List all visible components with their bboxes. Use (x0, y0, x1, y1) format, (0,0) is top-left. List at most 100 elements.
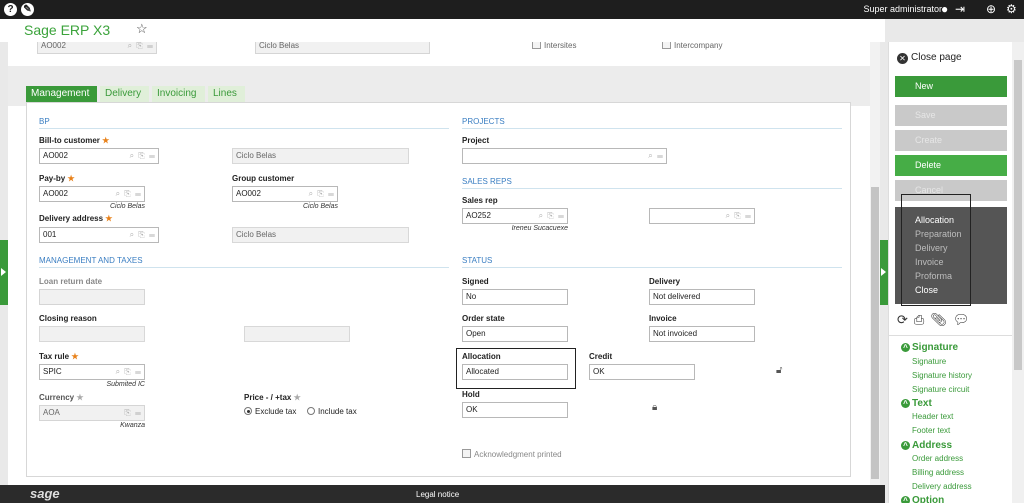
user-name[interactable]: Super administrator (863, 4, 942, 14)
hold-lock-icon[interactable]: 🔒︎ (652, 402, 657, 413)
tab-delivery[interactable]: Delivery (100, 86, 149, 102)
include-tax-radio[interactable]: Include tax (307, 407, 357, 416)
section-bp-title: BP (39, 117, 50, 126)
footer-sage-logo: sage (30, 486, 60, 501)
field-actions-icon[interactable]: ⌕ ⎘ ☰ (539, 209, 565, 223)
customer-name-field: Ciclo Belas (255, 42, 430, 54)
project-field[interactable]: ⌕ ☰ (462, 148, 667, 164)
allocation-field[interactable]: Allocated (462, 364, 568, 380)
intersites-checkbox[interactable]: Intersites (532, 42, 576, 50)
link-header-text[interactable]: Header text (912, 412, 953, 421)
group-customer-field[interactable]: AO002 ⌕ ⎘ ☰ (232, 186, 338, 202)
credit-field[interactable]: OK (589, 364, 695, 380)
tax-rule-field[interactable]: SPIC ⌕ ⎘ ☰ (39, 364, 145, 380)
delete-button[interactable]: Delete (895, 155, 1007, 176)
field-actions-icon[interactable]: ⌕ ⎘ ☰ (309, 187, 335, 201)
field-actions-icon[interactable]: ⎘ ☰ (124, 406, 142, 420)
field-actions-icon[interactable]: ⌕ ⎘ ☰ (116, 187, 142, 201)
collapse-icon: ^ (901, 496, 910, 503)
globe-icon[interactable]: ⊕ (986, 3, 996, 16)
comment-icon[interactable]: 💬︎ (953, 312, 976, 327)
right-panel-scrollbar[interactable] (1012, 42, 1024, 503)
right-panel-toggle[interactable] (880, 240, 888, 305)
group-customer-sub: Ciclo Belas (302, 203, 338, 210)
link-signature-circuit[interactable]: Signature circuit (912, 385, 969, 394)
divider (39, 267, 449, 268)
customer-code-field[interactable]: AO002 ⌕ ⎘ ☰ (37, 42, 157, 54)
right-action-panel: ✕ Close page New Save Create Delete Cance… (888, 42, 1012, 503)
create-button[interactable]: Create (895, 130, 1007, 151)
pay-by-field[interactable]: AO002 ⌕ ⎘ ☰ (39, 186, 145, 202)
print-icon[interactable]: ⎙ (914, 312, 930, 327)
close-page-button[interactable]: ✕ Close page (897, 52, 962, 64)
sales-rep-field[interactable]: AO252 ⌕ ⎘ ☰ (462, 208, 568, 224)
user-icon[interactable]: ● (941, 3, 948, 16)
closing-reason-desc-field (244, 326, 350, 342)
field-actions-icon[interactable]: ⌕ ⎘ ☰ (130, 228, 156, 242)
help-icon[interactable]: ? (4, 3, 17, 16)
section-address[interactable]: ^ Address (901, 440, 952, 451)
link-delivery-address[interactable]: Delivery address (912, 482, 972, 491)
sage-logo[interactable]: Sage ERP X3 (24, 22, 110, 38)
tax-rule-label: Tax rule ★ (39, 352, 79, 361)
section-text[interactable]: ^ Text (901, 398, 932, 409)
invoice-status-label: Invoice (649, 314, 677, 323)
price-tax-label: Price - / +tax ★ (244, 393, 301, 402)
right-panel-scrollbar-thumb[interactable] (1014, 60, 1022, 370)
attachment-icon[interactable]: 📎︎ (930, 312, 953, 327)
section-management-title: Management and taxes (39, 256, 143, 265)
acknowledgment-checkbox[interactable]: Acknowledgment printed (462, 449, 562, 459)
close-icon: ✕ (897, 53, 908, 64)
link-signature[interactable]: Signature (912, 357, 946, 366)
refresh-icon[interactable]: ⟳ (897, 312, 914, 327)
sales-rep-label: Sales rep (462, 196, 498, 205)
order-state-field[interactable]: Open (462, 326, 568, 342)
delivery-address-label: Delivery address ★ (39, 214, 113, 223)
settings-icon[interactable]: ⚙ (1006, 3, 1017, 16)
invoice-status-field[interactable]: Not invoiced (649, 326, 755, 342)
menu-highlight (901, 194, 971, 306)
field-actions-icon[interactable]: ⌕ ⎘ ☰ (128, 42, 154, 53)
favorite-star-icon[interactable]: ☆ (136, 21, 148, 37)
tools-icon[interactable]: ✎ (21, 3, 34, 16)
link-signature-history[interactable]: Signature history (912, 371, 972, 380)
delivery-status-label: Delivery (649, 277, 681, 286)
save-button[interactable]: Save (895, 105, 1007, 126)
signed-label: Signed (462, 277, 489, 286)
field-actions-icon[interactable]: ⌕ ☰ (648, 149, 664, 163)
currency-field: AOA ⎘ ☰ (39, 405, 145, 421)
delivery-address-field[interactable]: 001 ⌕ ⎘ ☰ (39, 227, 159, 243)
sales-rep-2-field[interactable]: ⌕ ⎘ ☰ (649, 208, 755, 224)
intercompany-checkbox[interactable]: Intercompany (662, 42, 722, 50)
section-signature[interactable]: ^ Signature (901, 342, 958, 353)
signed-field[interactable]: No (462, 289, 568, 305)
main-scrollbar[interactable] (870, 42, 880, 485)
divider (462, 188, 842, 189)
bill-to-name-field: Ciclo Belas (232, 148, 409, 164)
tab-invoicing[interactable]: Invoicing (152, 86, 205, 102)
legal-notice-link[interactable]: Legal notice (416, 490, 459, 499)
link-footer-text[interactable]: Footer text (912, 426, 950, 435)
exclude-tax-radio[interactable]: Exclude tax (244, 407, 296, 416)
section-option[interactable]: ^ Option (901, 495, 944, 503)
credit-unlock-icon[interactable]: 🔓︎ (776, 365, 782, 376)
hold-field[interactable]: OK (462, 402, 568, 418)
tab-lines[interactable]: Lines (208, 86, 245, 102)
field-actions-icon[interactable]: ⌕ ⎘ ☰ (726, 209, 752, 223)
left-panel-toggle[interactable] (0, 240, 8, 305)
currency-label: Currency ★ (39, 393, 84, 402)
link-billing-address[interactable]: Billing address (912, 468, 964, 477)
top-bar: ? ✎ Super administrator ● ⇥ ⊕ ⚙ (0, 0, 1024, 19)
hold-label: Hold (462, 390, 480, 399)
new-button[interactable]: New (895, 76, 1007, 97)
tab-management[interactable]: Management (26, 86, 97, 102)
logout-icon[interactable]: ⇥ (955, 3, 965, 16)
main-scrollbar-thumb[interactable] (871, 187, 879, 479)
pay-by-label: Pay-by ★ (39, 174, 75, 183)
bill-to-field[interactable]: AO002 ⌕ ⎘ ☰ (39, 148, 159, 164)
divider (462, 128, 842, 129)
field-actions-icon[interactable]: ⌕ ⎘ ☰ (116, 365, 142, 379)
field-actions-icon[interactable]: ⌕ ⎘ ☰ (130, 149, 156, 163)
link-order-address[interactable]: Order address (912, 454, 963, 463)
delivery-status-field[interactable]: Not delivered (649, 289, 755, 305)
